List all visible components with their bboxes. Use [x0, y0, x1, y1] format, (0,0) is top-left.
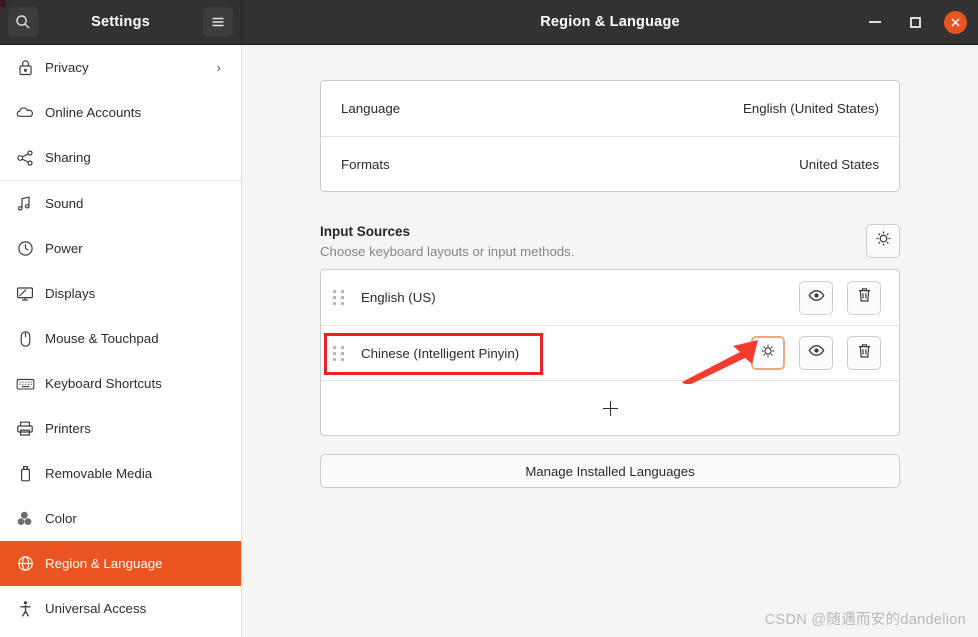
drag-handle-icon[interactable] [333, 343, 349, 363]
remove-input-source-button[interactable] [847, 336, 881, 370]
manage-installed-languages-button[interactable]: Manage Installed Languages [320, 454, 900, 488]
remove-input-source-button[interactable] [847, 280, 881, 315]
display-icon [15, 284, 35, 304]
settings-main-panel: Language English (United States) Formats… [243, 45, 978, 637]
input-source-preferences-button[interactable] [751, 336, 785, 370]
sidebar-item-label: Privacy [45, 60, 89, 75]
sidebar-item-power[interactable]: Power [0, 226, 241, 271]
input-sources-card: English (US) Chinese (Intelligent Pinyin… [320, 269, 900, 436]
manage-installed-languages-label: Manage Installed Languages [525, 463, 695, 479]
input-source-name: English (US) [361, 290, 436, 305]
cloud-icon [15, 103, 35, 123]
sidebar-item-label: Region & Language [45, 556, 163, 571]
settings-sidebar[interactable]: Privacy › Online Accounts Sharing Sound … [0, 45, 242, 637]
input-sources-settings-button[interactable] [866, 224, 900, 258]
sidebar-item-label: Universal Access [45, 601, 147, 616]
language-value: English (United States) [743, 101, 879, 116]
sidebar-item-label: Power [45, 241, 83, 256]
show-keyboard-layout-button[interactable] [799, 336, 833, 370]
music-note-icon [15, 194, 35, 214]
language-label: Language [341, 101, 401, 116]
titlebar-sidebar-section: Settings [0, 0, 242, 45]
sidebar-item-displays[interactable]: Displays [0, 271, 241, 316]
sidebar-item-label: Printers [45, 421, 91, 436]
lock-icon [15, 58, 35, 78]
eye-icon [808, 344, 825, 362]
sidebar-item-mouse-touchpad[interactable]: Mouse & Touchpad [0, 316, 241, 361]
gear-icon [875, 230, 892, 252]
gear-icon [760, 343, 776, 364]
sidebar-item-label: Mouse & Touchpad [45, 331, 159, 346]
sidebar-item-label: Sharing [45, 150, 91, 165]
input-source-actions [799, 280, 881, 315]
accessibility-icon [15, 599, 35, 619]
minimize-button[interactable] [864, 11, 886, 33]
sidebar-item-printers[interactable]: Printers [0, 406, 241, 451]
watermark-text: CSDN @随遇而安的dandelion [764, 612, 966, 628]
input-source-row-english-us[interactable]: English (US) [321, 270, 899, 325]
input-source-row-chinese-pinyin[interactable]: Chinese (Intelligent Pinyin) [321, 325, 899, 380]
mouse-icon [15, 329, 35, 349]
input-sources-subtitle: Choose keyboard layouts or input methods… [320, 244, 575, 259]
language-row[interactable]: Language English (United States) [321, 81, 899, 136]
usb-drive-icon [15, 464, 35, 484]
keyboard-icon [15, 374, 35, 394]
sidebar-item-label: Displays [45, 286, 96, 301]
input-sources-header: Input Sources Choose keyboard layouts or… [320, 224, 900, 259]
chevron-right-icon: › [216, 60, 221, 75]
search-icon[interactable] [8, 7, 38, 37]
formats-row[interactable]: Formats United States [321, 136, 899, 191]
power-icon [15, 239, 35, 259]
hamburger-menu-icon[interactable] [203, 7, 233, 37]
sidebar-item-sharing[interactable]: Sharing [0, 135, 241, 180]
sidebar-item-label: Keyboard Shortcuts [45, 376, 162, 391]
window-titlebar: Settings Region & Language [0, 0, 978, 45]
color-profile-icon [15, 509, 35, 529]
window-corner-artifact [0, 0, 6, 7]
input-sources-title: Input Sources [320, 224, 411, 239]
sidebar-item-label: Sound [45, 196, 84, 211]
globe-icon [15, 554, 35, 574]
share-nodes-icon [15, 148, 35, 168]
sidebar-item-universal-access[interactable]: Universal Access [0, 586, 241, 631]
window-controls [864, 0, 967, 45]
titlebar-main-section: Region & Language [242, 0, 978, 45]
formats-value: United States [799, 156, 879, 172]
sidebar-item-label: Online Accounts [45, 105, 142, 120]
printer-icon [15, 419, 35, 439]
maximize-button[interactable] [904, 11, 926, 33]
sidebar-item-privacy[interactable]: Privacy › [0, 45, 241, 90]
formats-label: Formats [341, 156, 390, 172]
sidebar-item-online-accounts[interactable]: Online Accounts [0, 90, 241, 135]
add-input-source-button[interactable] [321, 380, 899, 435]
sidebar-item-color[interactable]: Color [0, 496, 241, 541]
sidebar-item-sound[interactable]: Sound [0, 181, 241, 226]
region-language-content: Language English (United States) Formats… [320, 80, 900, 488]
locale-card: Language English (United States) Formats… [320, 80, 900, 192]
app-title: Settings [91, 14, 150, 30]
input-source-name: Chinese (Intelligent Pinyin) [361, 345, 520, 361]
input-source-actions [751, 336, 881, 370]
trash-icon [857, 287, 872, 308]
sidebar-item-label: Removable Media [45, 466, 153, 481]
drag-handle-icon[interactable] [333, 288, 349, 308]
sidebar-item-keyboard-shortcuts[interactable]: Keyboard Shortcuts [0, 361, 241, 406]
trash-icon [857, 343, 872, 364]
eye-icon [808, 289, 825, 307]
sidebar-item-removable-media[interactable]: Removable Media [0, 451, 241, 496]
sidebar-item-region-language[interactable]: Region & Language [0, 541, 241, 586]
plus-icon [602, 400, 618, 416]
show-keyboard-layout-button[interactable] [799, 280, 833, 315]
sidebar-item-label: Color [45, 511, 77, 526]
close-button[interactable] [944, 10, 967, 34]
